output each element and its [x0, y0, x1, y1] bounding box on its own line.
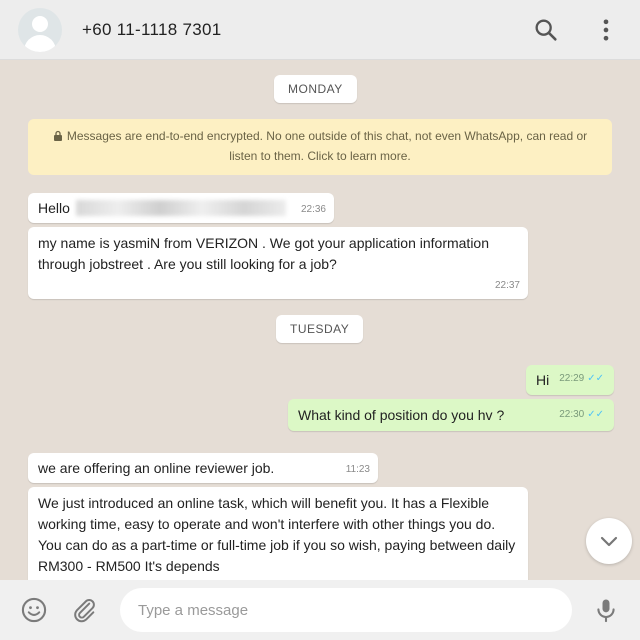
read-receipt-icon: ✓✓	[587, 409, 604, 420]
lock-icon	[53, 130, 62, 141]
chat-header: +60 11-1118 7301	[0, 0, 640, 60]
microphone-icon[interactable]	[592, 596, 620, 624]
encryption-notice-text: Messages are end-to-end encrypted. No on…	[66, 129, 588, 163]
message-time: 11:23	[345, 464, 370, 475]
message-text: We just introduced an online task, which…	[38, 495, 516, 574]
incoming-message[interactable]: We just introduced an online task, which…	[28, 487, 528, 580]
message-composer	[0, 580, 640, 640]
message-time: 22:29	[559, 373, 585, 384]
message-time: 22:37	[494, 280, 520, 291]
message-time: 22:36	[300, 204, 326, 215]
message-list[interactable]: MONDAY Messages are end-to-end encrypted…	[0, 61, 640, 580]
outgoing-message[interactable]: Hi 22:29 ✓✓	[526, 365, 614, 395]
contact-avatar[interactable]	[18, 8, 62, 52]
avatar-body-shape	[24, 35, 56, 52]
more-vertical-icon[interactable]	[592, 16, 620, 44]
day-separator: TUESDAY	[276, 315, 364, 343]
message-text: Hi	[536, 372, 550, 388]
incoming-message[interactable]: we are offering an online reviewer job. …	[28, 453, 378, 483]
chevron-down-icon	[600, 536, 618, 547]
message-text: What kind of position do you hv ?	[298, 407, 505, 423]
encryption-notice[interactable]: Messages are end-to-end encrypted. No on…	[28, 119, 612, 175]
message-text: Hello	[38, 200, 70, 216]
incoming-message[interactable]: my name is yasmiN from VERIZON . We got …	[28, 227, 528, 299]
incoming-message[interactable]: Hello 22:36	[28, 193, 334, 223]
message-meta: 22:30 ✓✓	[559, 404, 604, 425]
emoji-icon[interactable]	[20, 596, 48, 624]
read-receipt-icon: ✓✓	[587, 373, 604, 384]
message-text: my name is yasmiN from VERIZON . We got …	[38, 235, 490, 272]
paperclip-icon[interactable]	[70, 596, 98, 624]
message-meta: 22:29 ✓✓	[559, 368, 604, 389]
message-time: 22:30	[559, 409, 585, 420]
outgoing-message[interactable]: What kind of position do you hv ? 22:30 ✓…	[288, 399, 614, 431]
scroll-to-bottom-button[interactable]	[586, 518, 632, 564]
search-icon[interactable]	[532, 16, 560, 44]
message-input[interactable]	[120, 588, 572, 632]
redacted-name	[75, 200, 286, 216]
day-separator: MONDAY	[274, 75, 357, 103]
message-text: we are offering an online reviewer job.	[38, 460, 275, 476]
contact-name[interactable]: +60 11-1118 7301	[82, 20, 222, 40]
avatar-head-shape	[32, 16, 48, 32]
